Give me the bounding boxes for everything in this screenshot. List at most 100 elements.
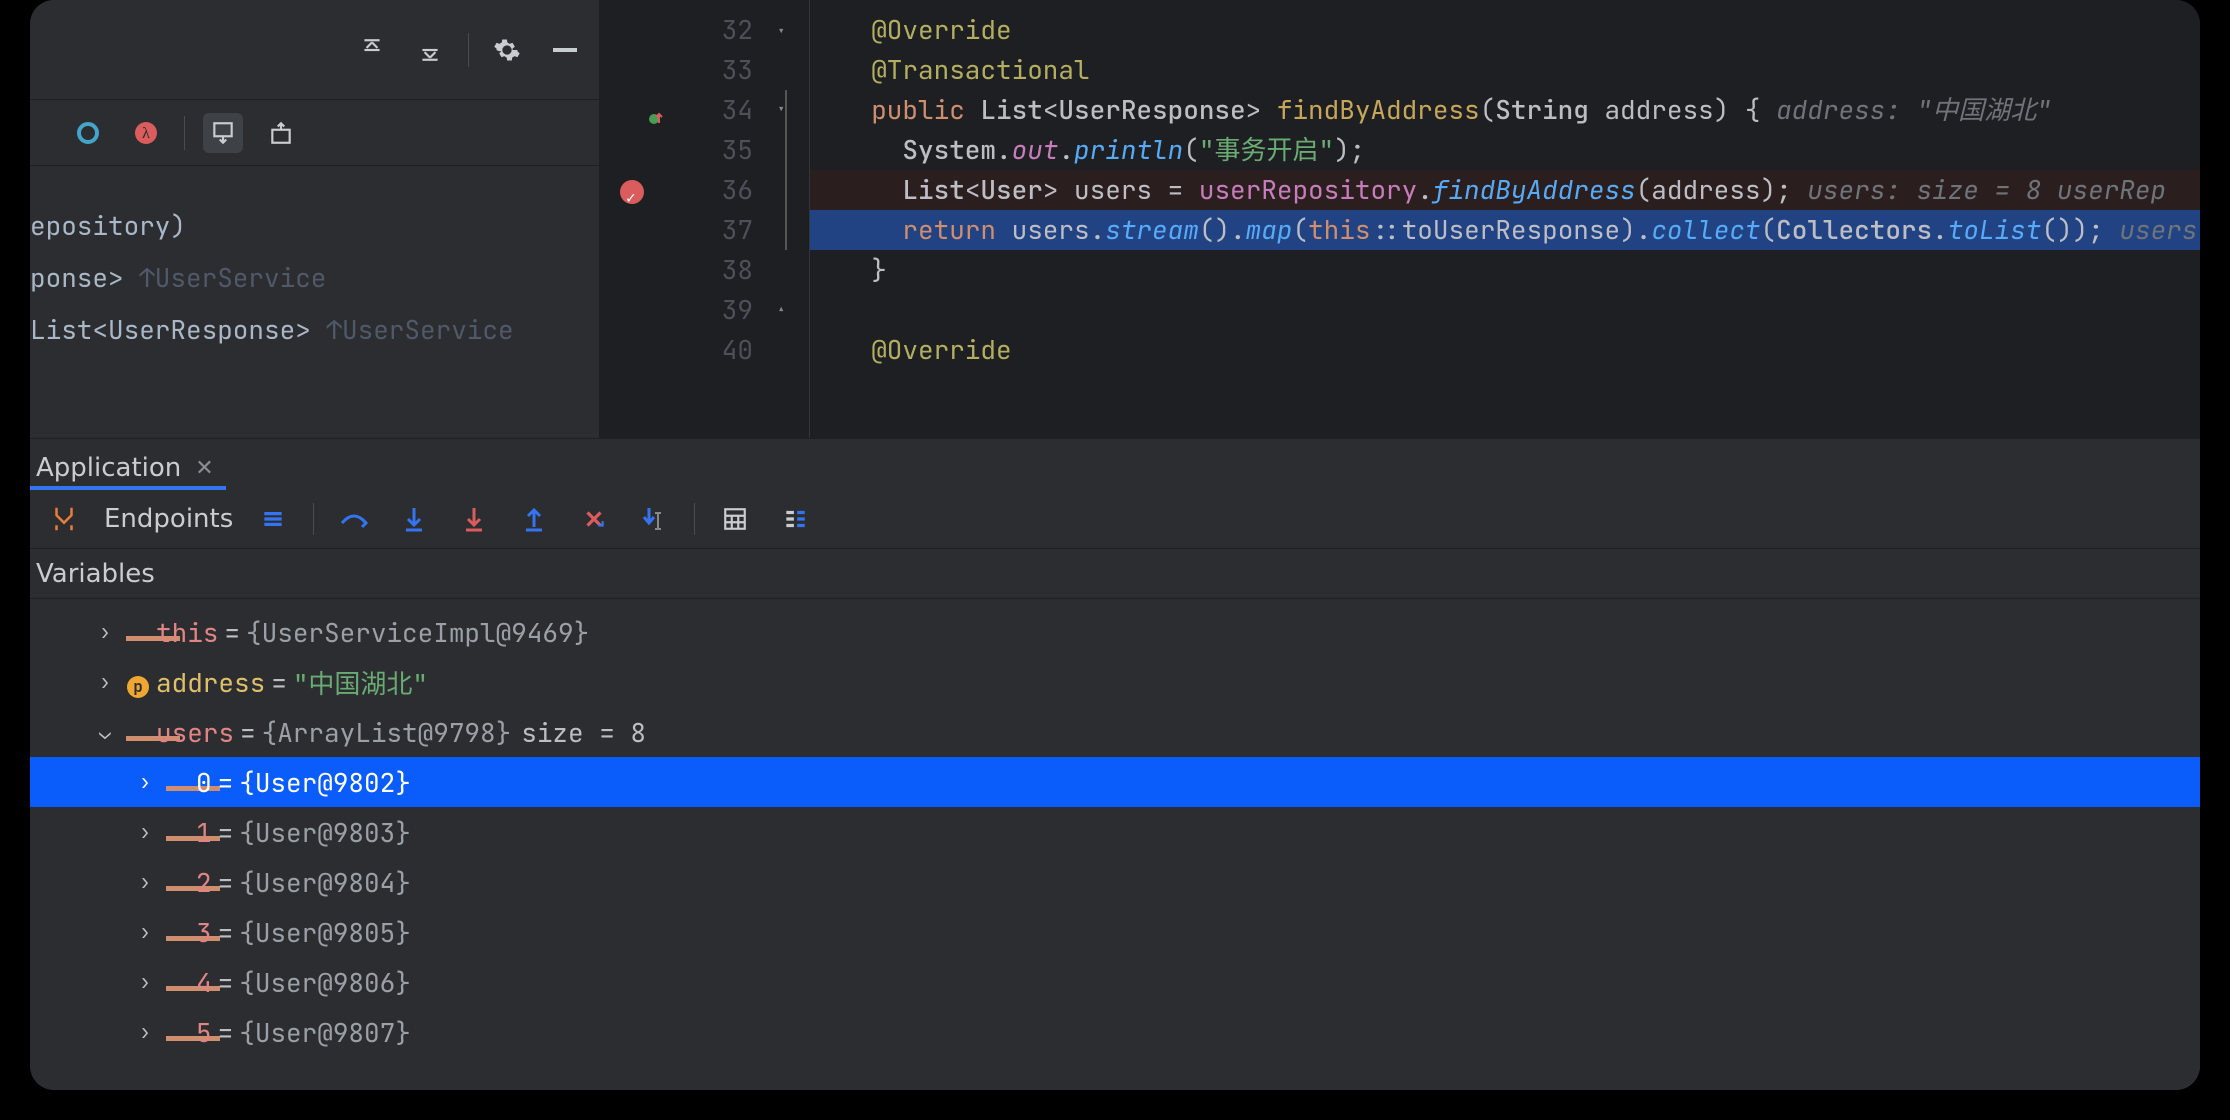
structure-list: epository)ponse> ↑UserServiceList<UserRe… [30,166,599,356]
code-line[interactable]: System.out.println("事务开启"); [810,130,2200,170]
collapse-all-icon[interactable] [410,30,450,70]
gutter-line[interactable]: 39 [600,290,809,330]
trace-icon[interactable] [775,499,815,539]
breakpoint-marker-icon[interactable] [68,113,108,153]
variable-value: {UserServiceImpl@9469} [246,615,589,650]
object-icon [160,1015,196,1050]
close-icon[interactable]: ✕ [189,456,213,481]
layout-icon[interactable] [253,499,293,539]
gutter-line[interactable]: 36 [600,170,809,210]
threads-icon[interactable] [44,499,84,539]
gutter-line[interactable]: 40 [600,330,809,370]
variable-row[interactable]: ›p address = "中国湖北" [30,657,2200,707]
variable-row[interactable]: › 0 = {User@9802} [30,757,2200,807]
equals-sign: = [234,715,262,750]
code-editor[interactable]: ▾ ▾ ▴ 323334353637383940 @Override @Tran… [600,0,2200,438]
gutter-line[interactable]: 38 [600,250,809,290]
variable-row[interactable]: ⌄ users = {ArrayList@9798} size = 8 [30,707,2200,757]
variables-label: Variables [36,559,155,589]
top-region: λ epository)ponse> ↑UserServiceList<User… [30,0,2200,438]
modified-marker-icon [648,98,664,114]
gutter-line[interactable]: 34 [600,90,809,130]
step-out-icon[interactable] [514,499,554,539]
variable-value: {User@9806} [239,965,411,1000]
endpoints-label[interactable]: Endpoints [104,504,233,534]
variable-value: {User@9805} [239,915,411,950]
variable-name: 3 [196,915,212,950]
code-line[interactable]: @Override [810,330,2200,370]
variable-name: 4 [196,965,212,1000]
object-icon [120,715,156,750]
force-step-into-icon[interactable] [454,499,494,539]
variable-row[interactable]: › 3 = {User@9805} [30,907,2200,957]
variable-row[interactable]: › 2 = {User@9804} [30,857,2200,907]
code-line[interactable] [810,290,2200,330]
structure-item[interactable]: List<UserResponse> ↑UserService [30,304,599,356]
code-line[interactable]: return users.stream().map(this::toUserRe… [810,210,2200,250]
chevron-right-icon[interactable]: › [130,1019,160,1045]
run-to-cursor-icon[interactable] [634,499,674,539]
tab-application[interactable]: Application ✕ [30,453,226,489]
code-line[interactable]: public List<UserResponse> findByAddress(… [810,90,2200,130]
gutter-line[interactable]: 37 [600,210,809,250]
variable-name: 5 [196,1015,212,1050]
drop-frame-icon[interactable] [574,499,614,539]
autoscroll-from-source-icon[interactable] [261,113,301,153]
minimize-panel-icon[interactable] [545,30,585,70]
code-line[interactable]: @Transactional [810,50,2200,90]
breakpoint-icon[interactable] [620,180,644,204]
step-over-icon[interactable] [334,499,374,539]
variable-row[interactable]: › 4 = {User@9806} [30,957,2200,1007]
expand-all-icon[interactable] [352,30,392,70]
equals-sign: = [212,915,240,950]
code-line[interactable]: @Override [810,10,2200,50]
left-toolbar-row-1 [30,0,599,100]
gutter-line[interactable]: 32 [600,10,809,50]
variables-tree[interactable]: › this = {UserServiceImpl@9469}›p addres… [30,599,2200,1090]
autoscroll-to-source-icon[interactable] [203,113,243,153]
object-icon [160,815,196,850]
object-icon [160,915,196,950]
tab-label: Application [36,453,181,483]
variable-value: {User@9802} [239,765,411,800]
code-line[interactable]: List<User> users = userRepository.findBy… [810,170,2200,210]
chevron-down-icon[interactable]: ⌄ [90,719,120,745]
chevron-right-icon[interactable]: › [130,969,160,995]
evaluate-expression-icon[interactable] [715,499,755,539]
code-body[interactable]: @Override @Transactional public List<Use… [810,0,2200,438]
object-icon [120,615,156,650]
equals-sign: = [212,1015,240,1050]
gear-icon[interactable] [487,30,527,70]
equals-sign: = [212,965,240,1000]
chevron-right-icon[interactable]: › [90,619,120,645]
chevron-right-icon[interactable]: › [130,869,160,895]
left-side-panel: λ epository)ponse> ↑UserServiceList<User… [30,0,600,438]
gutter-line[interactable]: 35 [600,130,809,170]
code-line[interactable]: } [810,250,2200,290]
gutter-line[interactable]: 33 [600,50,809,90]
variable-name: 0 [196,765,212,800]
lambda-icon[interactable]: λ [126,113,166,153]
variable-name: this [156,615,218,650]
variable-value: {User@9803} [239,815,411,850]
structure-item[interactable]: ponse> ↑UserService [30,252,599,304]
step-into-icon[interactable] [394,499,434,539]
variable-detail: size = 8 [511,715,646,750]
svg-text:λ: λ [142,125,150,142]
variable-row[interactable]: › this = {UserServiceImpl@9469} [30,607,2200,657]
variable-name: 2 [196,865,212,900]
variable-row[interactable]: › 5 = {User@9807} [30,1007,2200,1057]
variable-value: "中国湖北" [293,664,428,701]
equals-sign: = [212,815,240,850]
debug-panel: Application ✕ Endpoints [30,438,2200,1090]
variable-name: address [156,665,265,700]
chevron-right-icon[interactable]: › [130,919,160,945]
variable-row[interactable]: › 1 = {User@9803} [30,807,2200,857]
object-icon [160,865,196,900]
chevron-right-icon[interactable]: › [130,819,160,845]
chevron-right-icon[interactable]: › [130,769,160,795]
equals-sign: = [212,865,240,900]
chevron-right-icon[interactable]: › [90,669,120,695]
variable-name: 1 [196,815,212,850]
structure-item[interactable]: epository) [30,200,599,252]
